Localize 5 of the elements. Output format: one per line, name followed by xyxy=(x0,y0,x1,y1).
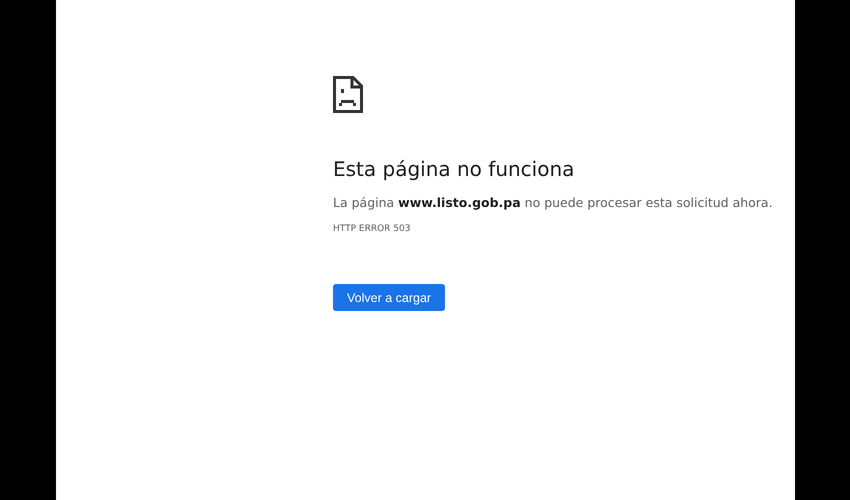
reload-button[interactable]: Volver a cargar xyxy=(333,284,446,311)
error-heading: Esta página no funciona xyxy=(333,157,574,181)
error-message: La página www.listo.gob.pa no puede procesar esta solicitud ahora. xyxy=(333,195,773,210)
error-code: HTTP ERROR 503 xyxy=(333,224,410,234)
sad-page-icon xyxy=(333,76,363,113)
